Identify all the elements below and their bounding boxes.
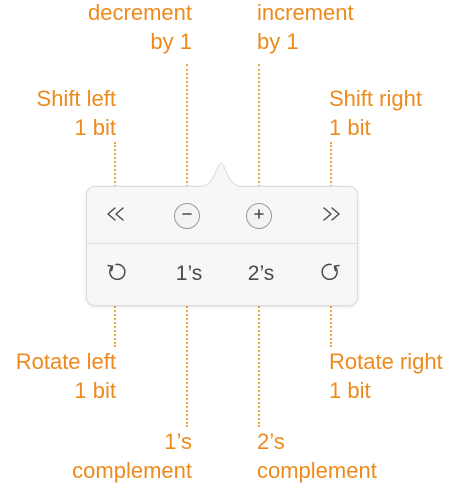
increment-button[interactable] bbox=[246, 203, 272, 229]
popover-arrow bbox=[197, 162, 245, 188]
rotate-right-callout-line2: 1 bit bbox=[329, 378, 371, 403]
rotate-left-button[interactable] bbox=[101, 259, 131, 289]
shift-left-button[interactable] bbox=[101, 201, 131, 231]
rotate-right-callout: Rotate right 1 bit bbox=[329, 347, 443, 405]
ones-complement-button[interactable]: 1’s bbox=[169, 258, 209, 290]
twos-complement-leader-line bbox=[258, 295, 260, 427]
shift-left-callout-line1: Shift left bbox=[36, 86, 116, 111]
shift-right-button[interactable] bbox=[316, 201, 346, 231]
twos-complement-callout-line1: 2’s bbox=[257, 429, 285, 454]
shift-right-callout-line1: Shift right bbox=[329, 86, 422, 111]
rotate-left-callout-line2: 1 bit bbox=[74, 378, 116, 403]
shift-left-icon bbox=[105, 206, 127, 226]
shift-right-callout-line2: 1 bit bbox=[329, 115, 371, 140]
shift-right-callout: Shift right 1 bit bbox=[329, 84, 422, 142]
increment-leader-line bbox=[258, 64, 260, 195]
decrement-button[interactable] bbox=[174, 203, 200, 229]
twos-complement-label: 2’s bbox=[247, 262, 275, 285]
rotate-left-callout: Rotate left 1 bit bbox=[16, 347, 116, 405]
decrement-callout-line1: decrement bbox=[88, 0, 192, 25]
twos-complement-callout: 2’s complement bbox=[257, 427, 377, 485]
rotate-right-icon bbox=[320, 261, 342, 288]
shift-left-callout: Shift left 1 bit bbox=[37, 84, 116, 142]
plus-icon bbox=[252, 207, 266, 226]
shift-right-icon bbox=[320, 206, 342, 226]
increment-callout-line1: increment bbox=[257, 0, 354, 25]
ones-complement-leader-line bbox=[186, 295, 188, 427]
rotate-left-callout-line1: Rotate left bbox=[15, 349, 116, 374]
decrement-callout-line2: by 1 bbox=[150, 29, 192, 54]
decrement-leader-line bbox=[186, 64, 188, 195]
twos-complement-button[interactable]: 2’s bbox=[239, 258, 283, 290]
increment-callout: increment by 1 bbox=[257, 0, 354, 56]
minus-icon bbox=[180, 207, 194, 226]
twos-complement-callout-line2: complement bbox=[257, 458, 377, 483]
ones-complement-callout: 1’s complement bbox=[72, 427, 192, 485]
rotate-right-callout-line1: Rotate right bbox=[329, 349, 443, 374]
ones-complement-callout-line1: 1’s bbox=[164, 429, 192, 454]
ones-complement-callout-line2: complement bbox=[72, 458, 192, 483]
popover-divider bbox=[87, 243, 357, 244]
rotate-left-icon bbox=[105, 261, 127, 288]
shift-left-callout-line2: 1 bit bbox=[74, 115, 116, 140]
programmer-calculator-popover: 1’s 2’s bbox=[86, 186, 358, 306]
rotate-right-button[interactable] bbox=[316, 259, 346, 289]
increment-callout-line2: by 1 bbox=[257, 29, 299, 54]
ones-complement-label: 1’s bbox=[175, 262, 203, 285]
decrement-callout: decrement by 1 bbox=[88, 0, 192, 56]
